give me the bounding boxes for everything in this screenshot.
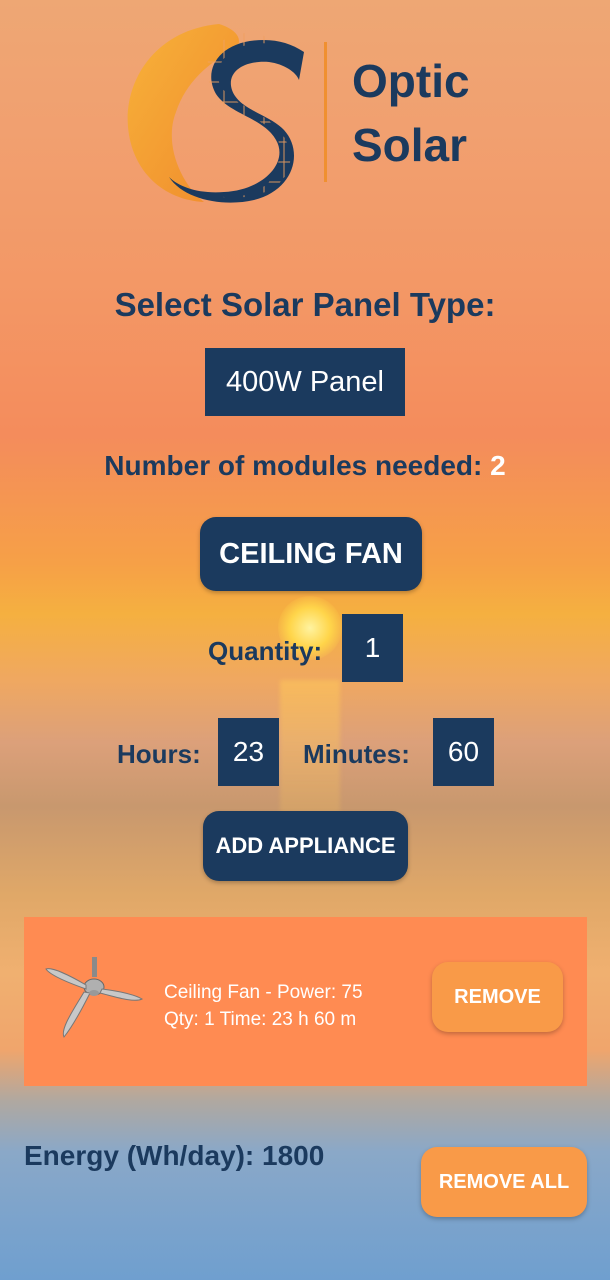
quantity-input[interactable]: 1 xyxy=(342,614,403,682)
modules-needed: Number of modules needed: 2 xyxy=(0,450,610,482)
energy-summary: Energy (Wh/day): 1800 xyxy=(24,1140,324,1172)
appliance-select-button[interactable]: CEILING FAN xyxy=(200,517,422,591)
hours-input[interactable]: 23 xyxy=(218,718,279,786)
modules-needed-label: Number of modules needed: xyxy=(104,450,483,481)
brand-name-line2: Solar xyxy=(352,119,468,171)
appliance-list-item: Ceiling Fan - Power: 75 Qty: 1 Time: 23 … xyxy=(24,917,587,1086)
energy-value: 1800 xyxy=(262,1140,325,1171)
brand-name-line1: Optic xyxy=(352,55,470,107)
add-appliance-button[interactable]: ADD APPLIANCE xyxy=(203,811,408,881)
panel-type-select[interactable]: 400W Panel xyxy=(205,348,405,416)
appliance-details-line2: Qty: 1 Time: 23 h 60 m xyxy=(164,1009,357,1030)
appliance-details: Ceiling Fan - Power: 75 Qty: 1 Time: 23 … xyxy=(164,979,363,1033)
remove-appliance-button[interactable]: REMOVE xyxy=(432,962,563,1032)
appliance-details-line1: Ceiling Fan - Power: 75 xyxy=(164,982,363,1003)
modules-needed-value: 2 xyxy=(490,450,506,481)
panel-type-title: Select Solar Panel Type: xyxy=(114,286,496,323)
energy-label: Energy (Wh/day): xyxy=(24,1140,255,1171)
minutes-label: Minutes: xyxy=(303,739,410,769)
logo-divider xyxy=(324,42,327,182)
minutes-input[interactable]: 60 xyxy=(433,718,494,786)
quantity-label: Quantity: xyxy=(208,636,323,666)
remove-all-button[interactable]: REMOVE ALL xyxy=(421,1147,587,1217)
hours-label: Hours: xyxy=(117,739,201,769)
ceiling-fan-icon xyxy=(45,957,143,1038)
optic-solar-logo-icon xyxy=(127,24,304,203)
